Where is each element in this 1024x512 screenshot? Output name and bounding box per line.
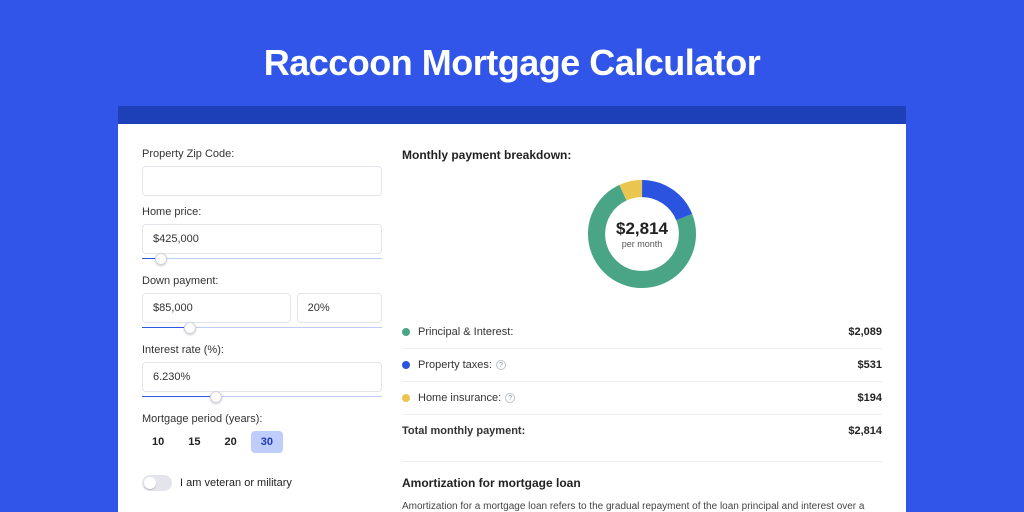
veteran-row: I am veteran or military	[142, 475, 382, 491]
legend-row: Home insurance:?$194	[402, 381, 882, 414]
legend: Principal & Interest:$2,089Property taxe…	[402, 316, 882, 447]
slider-thumb[interactable]	[155, 253, 167, 265]
interest-rate-input[interactable]	[142, 362, 382, 392]
down-payment-label: Down payment:	[142, 275, 382, 287]
total-value: $2,814	[848, 425, 882, 437]
donut-sublabel: per month	[622, 239, 663, 249]
home-price-input[interactable]	[142, 224, 382, 254]
donut-chart: $2,814 per month	[582, 174, 702, 294]
interest-rate-label: Interest rate (%):	[142, 344, 382, 356]
amortization-body: Amortization for a mortgage loan refers …	[402, 500, 882, 512]
slider-thumb[interactable]	[210, 391, 222, 403]
slider-fill	[142, 396, 216, 397]
legend-value: $531	[858, 359, 882, 371]
slider-thumb[interactable]	[184, 322, 196, 334]
down-payment-input[interactable]	[142, 293, 291, 323]
total-label: Total monthly payment:	[402, 425, 848, 437]
home-price-label: Home price:	[142, 206, 382, 218]
legend-label: Home insurance:?	[418, 392, 858, 404]
amortization-section: Amortization for mortgage loan Amortizat…	[402, 461, 882, 512]
legend-dot-yellow	[402, 394, 410, 402]
toggle-knob	[144, 477, 156, 489]
legend-dot-blue	[402, 361, 410, 369]
legend-dot-green	[402, 328, 410, 336]
period-label: Mortgage period (years):	[142, 413, 382, 425]
period-option-20[interactable]: 20	[215, 431, 247, 453]
breakdown-column: Monthly payment breakdown: $2,814 per mo…	[402, 148, 882, 512]
period-option-30[interactable]: 30	[251, 431, 283, 453]
donut-chart-wrap: $2,814 per month	[402, 168, 882, 300]
legend-label: Property taxes:?	[418, 359, 858, 371]
slider-track	[142, 258, 382, 259]
slider-fill	[142, 327, 190, 328]
interest-rate-slider[interactable]	[142, 391, 382, 403]
veteran-label: I am veteran or military	[180, 477, 292, 489]
info-icon[interactable]: ?	[505, 393, 515, 403]
down-payment-slider[interactable]	[142, 322, 382, 334]
breakdown-heading: Monthly payment breakdown:	[402, 148, 882, 162]
legend-value: $2,089	[848, 326, 882, 338]
page-title: Raccoon Mortgage Calculator	[0, 42, 1024, 84]
donut-center: $2,814 per month	[582, 174, 702, 294]
inputs-column: Property Zip Code: Home price: Down paym…	[142, 148, 382, 512]
amortization-heading: Amortization for mortgage loan	[402, 476, 882, 490]
home-price-slider[interactable]	[142, 253, 382, 265]
legend-row: Principal & Interest:$2,089	[402, 316, 882, 348]
veteran-toggle[interactable]	[142, 475, 172, 491]
period-option-10[interactable]: 10	[142, 431, 174, 453]
info-icon[interactable]: ?	[496, 360, 506, 370]
zip-input[interactable]	[142, 166, 382, 196]
calculator-panel: Property Zip Code: Home price: Down paym…	[118, 124, 906, 512]
legend-total-row: Total monthly payment:$2,814	[402, 414, 882, 447]
legend-value: $194	[858, 392, 882, 404]
zip-label: Property Zip Code:	[142, 148, 382, 160]
legend-row: Property taxes:?$531	[402, 348, 882, 381]
donut-amount: $2,814	[616, 219, 668, 239]
legend-label: Principal & Interest:	[418, 326, 848, 338]
calculator-card: Property Zip Code: Home price: Down paym…	[118, 106, 906, 512]
period-options: 10152030	[142, 431, 382, 453]
period-option-15[interactable]: 15	[178, 431, 210, 453]
down-payment-pct-input[interactable]	[297, 293, 382, 323]
